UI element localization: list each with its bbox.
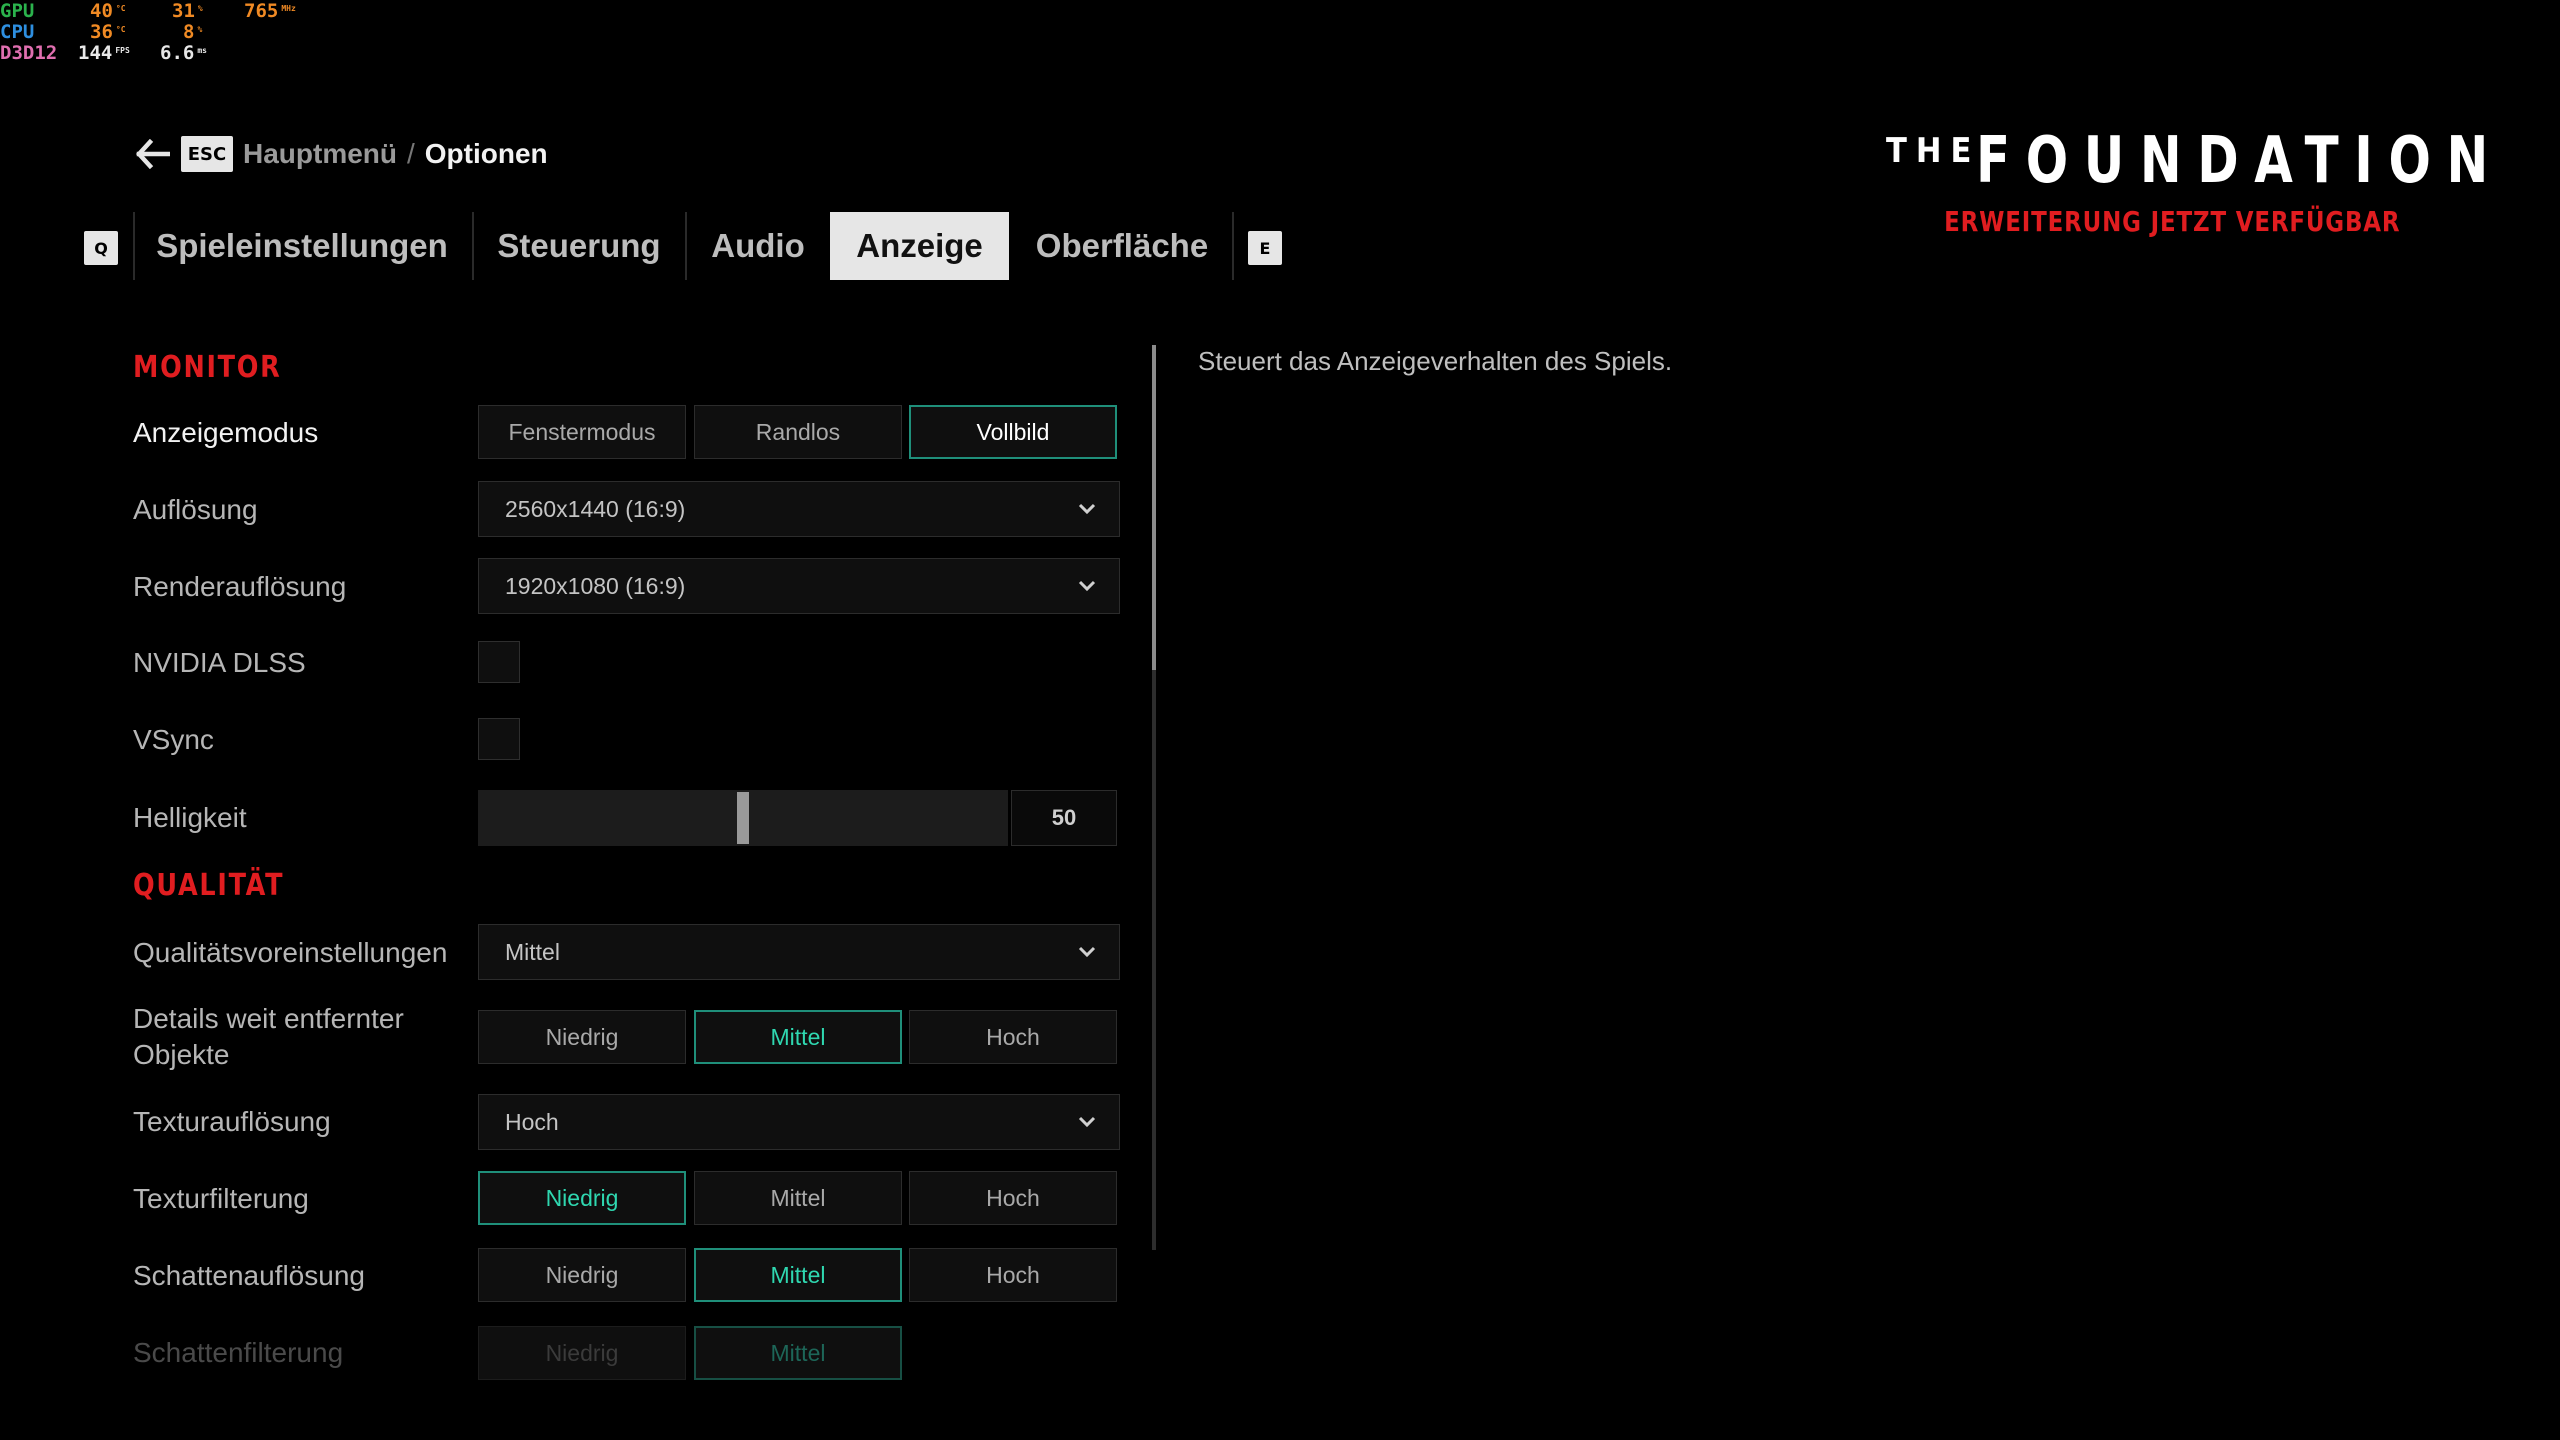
brightness-slider-handle[interactable]	[737, 792, 749, 844]
tab-separator	[133, 212, 135, 280]
label-distant-details-line2: Objekte	[133, 1039, 230, 1070]
osd-cpu-temp: 36 °C	[90, 21, 126, 43]
tab-display[interactable]: Anzeige	[830, 212, 1009, 280]
distant-details-high[interactable]: Hoch	[909, 1010, 1117, 1064]
breadcrumb-separator: /	[407, 138, 415, 169]
osd-gpu-temp: 40 °C	[90, 0, 126, 22]
tab-audio[interactable]: Audio	[700, 212, 816, 280]
label-shadow-filtering: Schattenfilterung	[133, 1337, 344, 1368]
texture-resolution-dropdown[interactable]: Hoch	[478, 1094, 1120, 1150]
section-heading-quality: QUALITÄT	[133, 868, 285, 903]
vsync-checkbox[interactable]	[478, 718, 520, 760]
texture-resolution-value: Hoch	[505, 1108, 559, 1135]
resolution-value: 2560x1440 (16:9)	[505, 495, 686, 522]
shadow-resolution-medium[interactable]: Mittel	[694, 1248, 902, 1302]
shadow-filtering-medium[interactable]: Mittel	[694, 1326, 902, 1380]
osd-fps: 144 FPS	[78, 42, 130, 64]
texture-filtering-high[interactable]: Hoch	[909, 1171, 1117, 1225]
osd-cpu-label: CPU	[0, 21, 35, 43]
nvidia-dlss-checkbox[interactable]	[478, 641, 520, 683]
shadow-filtering-low[interactable]: Niedrig	[478, 1326, 686, 1380]
breadcrumb: ESC Hauptmenü / Optionen	[135, 133, 548, 175]
tab-separator	[472, 212, 474, 280]
label-display-mode: Anzeigemodus	[133, 417, 319, 448]
brightness-value[interactable]: 50	[1011, 790, 1117, 846]
label-shadow-resolution: Schattenauflösung	[133, 1260, 365, 1291]
osd-gpu-clock: 765 MHz	[244, 0, 296, 22]
chevron-down-icon	[1078, 580, 1096, 592]
breadcrumb-main-menu[interactable]: Hauptmenü	[243, 138, 397, 170]
label-resolution: Auflösung	[133, 494, 258, 525]
setting-description: Steuert das Anzeigeverhalten des Spiels.	[1198, 346, 1673, 376]
render-resolution-dropdown[interactable]: 1920x1080 (16:9)	[478, 558, 1120, 614]
osd-api-label: D3D12	[0, 42, 58, 64]
osd-frametime: 6.6 ms	[160, 42, 207, 64]
distant-details-medium[interactable]: Mittel	[694, 1010, 902, 1064]
section-heading-monitor: MONITOR	[133, 350, 282, 385]
osd-cpu-load: 8%	[183, 21, 203, 43]
texture-filtering-medium[interactable]: Mittel	[694, 1171, 902, 1225]
tab-separator	[1232, 212, 1234, 280]
logo-the: THE	[1886, 131, 1981, 171]
render-resolution-value: 1920x1080 (16:9)	[505, 572, 686, 599]
logo-subtitle: ERWEITERUNG JETZT VERFÜGBAR	[1943, 205, 2400, 238]
settings-scrollbar[interactable]	[1152, 345, 1156, 1250]
prev-tab-key-hint[interactable]: Q	[84, 231, 118, 265]
tab-controls[interactable]: Steuerung	[490, 212, 668, 280]
next-tab-key-hint[interactable]: E	[1248, 231, 1282, 265]
quality-preset-dropdown[interactable]: Mittel	[478, 924, 1120, 980]
label-texture-filtering: Texturfilterung	[133, 1183, 309, 1214]
option-borderless[interactable]: Randlos	[694, 405, 902, 459]
label-texture-resolution: Texturauflösung	[133, 1106, 331, 1137]
tab-game-settings[interactable]: Spieleinstellungen	[150, 212, 454, 280]
texture-filtering-low[interactable]: Niedrig	[478, 1171, 686, 1225]
option-fullscreen[interactable]: Vollbild	[909, 405, 1117, 459]
label-brightness: Helligkeit	[133, 802, 247, 833]
label-distant-details: Details weit entfernter Objekte	[133, 1001, 404, 1073]
option-windowed[interactable]: Fenstermodus	[478, 405, 686, 459]
chevron-down-icon	[1078, 503, 1096, 515]
label-render-resolution: Renderauflösung	[133, 571, 347, 602]
breadcrumb-options: Optionen	[424, 138, 548, 169]
label-distant-details-line1: Details weit entfernter	[133, 1003, 404, 1034]
label-nvidia-dlss: NVIDIA DLSS	[133, 647, 306, 678]
resolution-dropdown[interactable]: 2560x1440 (16:9)	[478, 481, 1120, 537]
osd-gpu-label: GPU	[0, 0, 35, 22]
the-foundation-promo-logo[interactable]: THE FOUNDATION ERWEITERUNG JETZT VERFÜGB…	[1880, 125, 2488, 245]
shadow-resolution-high[interactable]: Hoch	[909, 1248, 1117, 1302]
label-quality-preset: Qualitätsvoreinstellungen	[133, 937, 448, 968]
back-arrow-icon[interactable]	[135, 136, 171, 172]
label-vsync: VSync	[133, 724, 214, 755]
shadow-resolution-low[interactable]: Niedrig	[478, 1248, 686, 1302]
distant-details-low[interactable]: Niedrig	[478, 1010, 686, 1064]
esc-key-hint[interactable]: ESC	[181, 136, 233, 172]
quality-preset-value: Mittel	[505, 938, 560, 965]
chevron-down-icon	[1078, 1116, 1096, 1128]
chevron-down-icon	[1078, 946, 1096, 958]
tab-interface[interactable]: Oberfläche	[1022, 212, 1222, 280]
tab-separator	[685, 212, 687, 280]
settings-scrollbar-thumb[interactable]	[1152, 345, 1156, 670]
logo-title: FOUNDATION	[1976, 124, 2504, 198]
osd-gpu-load: 31%	[172, 0, 203, 22]
brightness-slider[interactable]	[478, 790, 1008, 846]
